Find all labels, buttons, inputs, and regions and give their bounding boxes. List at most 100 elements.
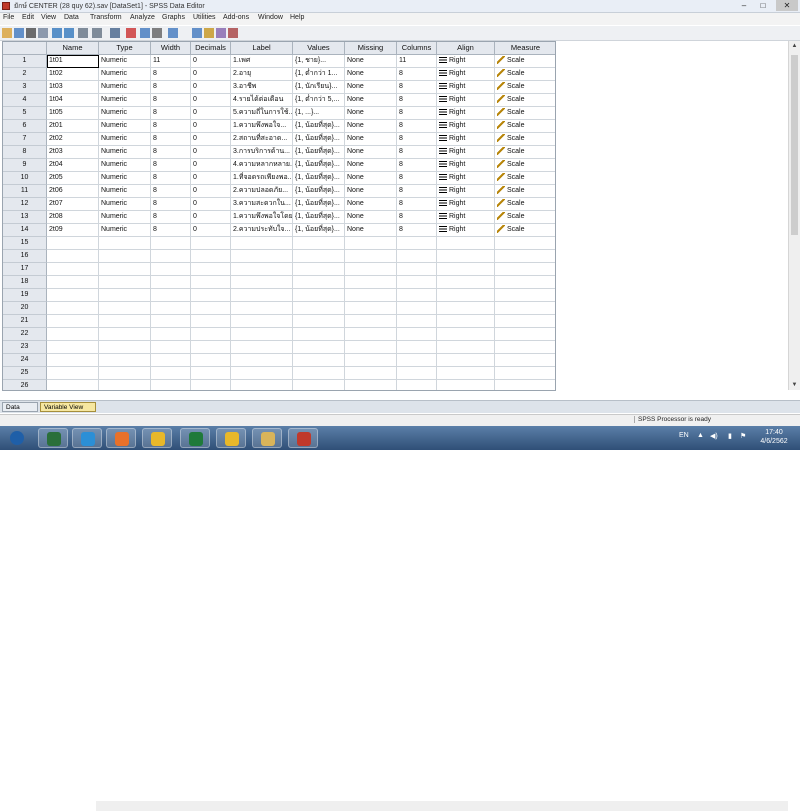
cell-decimals[interactable]: 0 <box>191 55 231 68</box>
cell-missing[interactable]: None <box>345 172 397 185</box>
cell-columns[interactable]: 8 <box>397 81 437 94</box>
scroll-thumb[interactable] <box>791 55 798 235</box>
empty-cell[interactable] <box>437 289 495 302</box>
cell-label[interactable]: 3.ความสะดวกใน... <box>231 198 293 211</box>
empty-cell[interactable] <box>345 263 397 276</box>
cell-measure[interactable]: Scale <box>495 224 555 237</box>
network-icon[interactable]: ▮ <box>728 432 732 440</box>
cell-align[interactable]: Right <box>437 172 495 185</box>
language-indicator[interactable]: EN <box>679 432 689 439</box>
empty-cell[interactable] <box>495 289 555 302</box>
find-icon[interactable] <box>110 28 120 38</box>
cell-type[interactable]: Numeric <box>99 224 151 237</box>
cell-width[interactable]: 8 <box>151 68 191 81</box>
chrome-icon[interactable] <box>142 428 172 448</box>
row-header[interactable]: 3 <box>3 81 47 94</box>
row-header[interactable]: 5 <box>3 107 47 120</box>
cell-name[interactable]: 2t05 <box>47 172 99 185</box>
cell-decimals[interactable]: 0 <box>191 185 231 198</box>
cell-decimals[interactable]: 0 <box>191 68 231 81</box>
empty-cell[interactable] <box>99 263 151 276</box>
cell-missing[interactable]: None <box>345 81 397 94</box>
empty-cell[interactable] <box>231 237 293 250</box>
empty-cell[interactable] <box>47 380 99 390</box>
row-header[interactable]: 12 <box>3 198 47 211</box>
empty-cell[interactable] <box>191 354 231 367</box>
cell-label[interactable]: 1.ความพึงพอใจ... <box>231 120 293 133</box>
insert-variable-icon[interactable] <box>140 28 150 38</box>
empty-cell[interactable] <box>293 263 345 276</box>
cell-values[interactable]: {1, น้อยที่สุด}... <box>293 159 345 172</box>
column-header-values[interactable]: Values <box>293 42 345 55</box>
vertical-scrollbar[interactable]: ▲ ▼ <box>788 41 800 390</box>
empty-cell[interactable] <box>151 302 191 315</box>
cell-name[interactable]: 1t05 <box>47 107 99 120</box>
empty-cell[interactable] <box>495 237 555 250</box>
cell-type[interactable]: Numeric <box>99 198 151 211</box>
empty-cell[interactable] <box>151 289 191 302</box>
empty-cell[interactable] <box>293 276 345 289</box>
cell-width[interactable]: 8 <box>151 94 191 107</box>
row-header[interactable]: 18 <box>3 276 47 289</box>
empty-cell[interactable] <box>47 276 99 289</box>
cell-type[interactable]: Numeric <box>99 120 151 133</box>
empty-cell[interactable] <box>397 328 437 341</box>
empty-cell[interactable] <box>231 289 293 302</box>
empty-cell[interactable] <box>231 354 293 367</box>
empty-cell[interactable] <box>151 328 191 341</box>
cell-missing[interactable]: None <box>345 146 397 159</box>
empty-cell[interactable] <box>345 276 397 289</box>
cell-measure[interactable]: Scale <box>495 159 555 172</box>
empty-cell[interactable] <box>345 289 397 302</box>
empty-cell[interactable] <box>397 354 437 367</box>
cell-name[interactable]: 1t04 <box>47 94 99 107</box>
empty-cell[interactable] <box>293 302 345 315</box>
cell-label[interactable]: 5.ความถี่ในการใช้... <box>231 107 293 120</box>
cell-width[interactable]: 8 <box>151 211 191 224</box>
empty-cell[interactable] <box>47 263 99 276</box>
row-header[interactable]: 26 <box>3 380 47 390</box>
empty-cell[interactable] <box>437 328 495 341</box>
cell-missing[interactable]: None <box>345 94 397 107</box>
empty-cell[interactable] <box>495 302 555 315</box>
empty-cell[interactable] <box>397 276 437 289</box>
cell-label[interactable]: 1.ความพึงพอใจโดย... <box>231 211 293 224</box>
menu-item-help[interactable]: Help <box>290 14 304 21</box>
cell-align[interactable]: Right <box>437 224 495 237</box>
cell-align[interactable]: Right <box>437 211 495 224</box>
media-player-icon[interactable] <box>38 428 68 448</box>
cell-label[interactable]: 3.อาชีพ <box>231 81 293 94</box>
cell-decimals[interactable]: 0 <box>191 211 231 224</box>
internet-explorer-icon[interactable] <box>72 428 102 448</box>
cell-columns[interactable]: 8 <box>397 198 437 211</box>
cell-columns[interactable]: 8 <box>397 120 437 133</box>
menu-item-file[interactable]: File <box>3 14 14 21</box>
column-header-label[interactable]: Label <box>231 42 293 55</box>
row-header[interactable]: 16 <box>3 250 47 263</box>
cell-values[interactable]: {1, น้อยที่สุด}... <box>293 133 345 146</box>
column-header-missing[interactable]: Missing <box>345 42 397 55</box>
menu-item-view[interactable]: View <box>41 14 56 21</box>
cell-decimals[interactable]: 0 <box>191 198 231 211</box>
variables-icon[interactable] <box>92 28 102 38</box>
empty-cell[interactable] <box>293 315 345 328</box>
empty-cell[interactable] <box>191 302 231 315</box>
empty-cell[interactable] <box>345 302 397 315</box>
empty-cell[interactable] <box>99 367 151 380</box>
empty-cell[interactable] <box>151 341 191 354</box>
empty-cell[interactable] <box>345 341 397 354</box>
empty-cell[interactable] <box>437 367 495 380</box>
start-orb-icon[interactable] <box>2 428 32 448</box>
clock[interactable]: 17:40 4/6/2562 <box>752 428 796 446</box>
empty-cell[interactable] <box>345 328 397 341</box>
empty-cell[interactable] <box>345 315 397 328</box>
empty-cell[interactable] <box>293 367 345 380</box>
empty-cell[interactable] <box>151 367 191 380</box>
close-button[interactable]: ✕ <box>776 0 798 11</box>
cell-align[interactable]: Right <box>437 198 495 211</box>
empty-cell[interactable] <box>99 315 151 328</box>
cell-missing[interactable]: None <box>345 107 397 120</box>
cell-missing[interactable]: None <box>345 159 397 172</box>
row-header[interactable]: 9 <box>3 159 47 172</box>
cell-align[interactable]: Right <box>437 55 495 68</box>
